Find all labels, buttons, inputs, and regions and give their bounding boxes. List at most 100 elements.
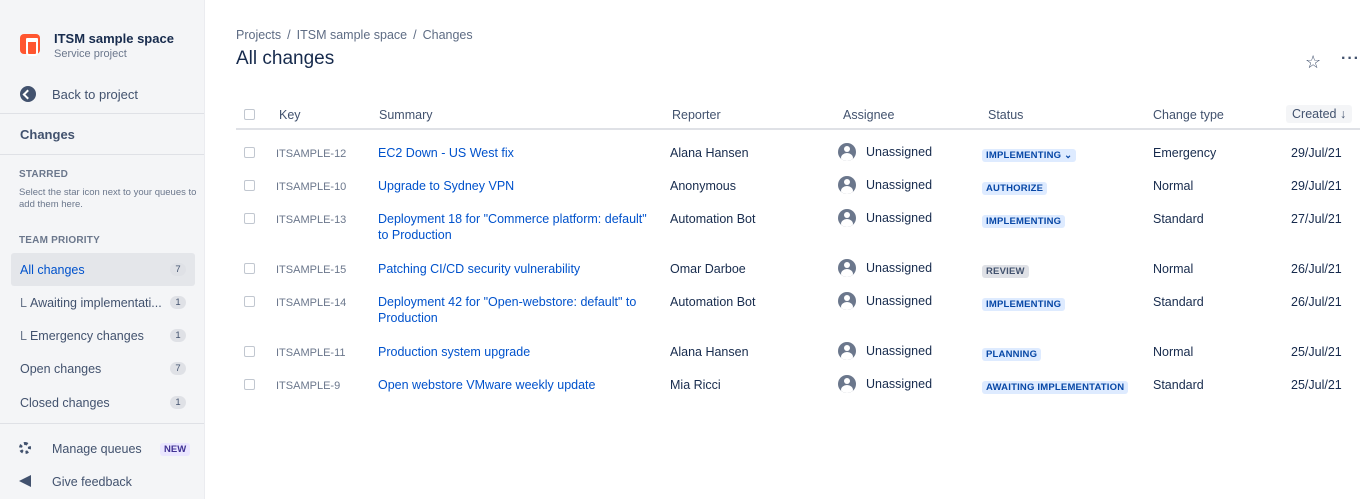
column-key[interactable]: Key	[279, 108, 301, 122]
issue-summary-link[interactable]: Production system upgrade	[378, 344, 658, 360]
issue-summary-link[interactable]: Patching CI/CD security vulnerability	[378, 261, 658, 277]
back-to-project-link[interactable]: Back to project	[20, 86, 138, 102]
issue-summary-link[interactable]: Deployment 42 for "Open-webstore: defaul…	[378, 294, 658, 326]
issue-summary-link[interactable]: Open webstore VMware weekly update	[378, 377, 658, 393]
status-lozenge[interactable]: IMPLEMENTING ⌄	[982, 149, 1077, 162]
status-cell[interactable]: REVIEW	[982, 262, 1029, 280]
status-cell[interactable]: IMPLEMENTING ⌄	[982, 146, 1077, 164]
assignee-name: Unassigned	[866, 344, 933, 358]
sub-queue-indicator-icon: L	[20, 328, 27, 343]
issue-summary-link[interactable]: EC2 Down - US West fix	[378, 145, 658, 161]
manage-queues-link[interactable]: Manage queues	[19, 442, 142, 456]
status-cell[interactable]: IMPLEMENTING	[982, 295, 1066, 313]
star-icon[interactable]: ☆	[1305, 52, 1321, 73]
created-date: 26/Jul/21	[1291, 295, 1342, 309]
status-cell[interactable]: PLANNING	[982, 345, 1042, 363]
column-status[interactable]: Status	[988, 108, 1023, 122]
issue-key[interactable]: ITSAMPLE-10	[276, 179, 346, 195]
status-lozenge[interactable]: AUTHORIZE	[982, 182, 1048, 195]
assignee-name: Unassigned	[866, 178, 933, 192]
assignee-cell[interactable]: Unassigned	[838, 292, 932, 310]
column-assignee[interactable]: Assignee	[843, 108, 894, 122]
row-checkbox[interactable]	[244, 213, 255, 224]
assignee-cell[interactable]: Unassigned	[838, 143, 932, 161]
change-type: Emergency	[1153, 146, 1217, 160]
status-lozenge[interactable]: PLANNING	[982, 348, 1042, 361]
row-checkbox[interactable]	[244, 147, 255, 158]
assignee-cell[interactable]: Unassigned	[838, 209, 932, 227]
breadcrumb-separator: /	[413, 28, 417, 42]
sidebar-queue-item[interactable]: Open changes 7	[11, 352, 195, 385]
give-feedback-link[interactable]: Give feedback	[19, 475, 132, 489]
status-lozenge[interactable]: IMPLEMENTING	[982, 298, 1066, 311]
divider	[0, 113, 204, 114]
assignee-cell[interactable]: Unassigned	[838, 342, 932, 360]
reporter-name: Anonymous	[670, 179, 737, 193]
created-date: 26/Jul/21	[1291, 262, 1342, 276]
status-lozenge[interactable]: IMPLEMENTING	[982, 215, 1066, 228]
queue-label-text: Emergency changes	[29, 328, 144, 343]
status-cell[interactable]: AUTHORIZE	[982, 179, 1048, 197]
column-created[interactable]: Created ↓	[1286, 105, 1353, 123]
back-to-project-label: Back to project	[52, 86, 138, 102]
starred-hint: Select the star icon next to your queues…	[19, 187, 197, 210]
avatar-icon	[838, 342, 856, 360]
status-lozenge[interactable]: AWAITING IMPLEMENTATION	[982, 381, 1129, 394]
issue-summary-link[interactable]: Deployment 18 for "Commerce platform: de…	[378, 211, 658, 243]
status-cell[interactable]: AWAITING IMPLEMENTATION	[982, 378, 1129, 396]
sidebar: ITSM sample space Service project Back t…	[0, 0, 205, 499]
queue-label: L Awaiting implementati...	[20, 296, 162, 310]
assignee-name: Unassigned	[866, 145, 933, 159]
select-all-checkbox[interactable]	[244, 109, 255, 120]
status-lozenge[interactable]: REVIEW	[982, 265, 1029, 278]
sidebar-queue-item[interactable]: L Emergency changes 1	[11, 319, 195, 352]
reporter-name: Mia Ricci	[670, 378, 721, 392]
status-cell[interactable]: IMPLEMENTING	[982, 212, 1066, 230]
change-type: Standard	[1153, 212, 1204, 226]
created-date: 25/Jul/21	[1291, 345, 1342, 359]
breadcrumb-project[interactable]: ITSM sample space	[297, 28, 407, 42]
created-date: 29/Jul/21	[1291, 146, 1342, 160]
breadcrumb-separator: /	[287, 28, 291, 42]
issue-summary-link[interactable]: Upgrade to Sydney VPN	[378, 178, 658, 194]
row-checkbox[interactable]	[244, 379, 255, 390]
change-type: Standard	[1153, 378, 1204, 392]
row-checkbox[interactable]	[244, 296, 255, 307]
divider	[0, 423, 204, 424]
issue-key[interactable]: ITSAMPLE-9	[276, 378, 340, 394]
row-checkbox[interactable]	[244, 263, 255, 274]
column-reporter[interactable]: Reporter	[672, 108, 721, 122]
queue-count-badge: 1	[170, 329, 186, 342]
assignee-cell[interactable]: Unassigned	[838, 375, 932, 393]
change-type: Normal	[1153, 179, 1194, 193]
new-badge: NEW	[160, 443, 191, 456]
reporter-name: Alana Hansen	[670, 345, 749, 359]
queue-label: Open changes	[20, 362, 101, 376]
more-actions-button[interactable]: ···	[1341, 50, 1360, 68]
row-checkbox[interactable]	[244, 180, 255, 191]
issue-key[interactable]: ITSAMPLE-11	[276, 345, 346, 361]
column-change-type[interactable]: Change type	[1153, 108, 1224, 122]
assignee-cell[interactable]: Unassigned	[838, 259, 932, 277]
table-header: Key Summary Reporter Assignee Status Cha…	[236, 100, 1360, 130]
sidebar-queue-item[interactable]: L Awaiting implementati... 1	[11, 286, 195, 319]
queue-count-badge: 1	[170, 296, 186, 309]
arrow-left-icon	[20, 86, 36, 102]
issue-key[interactable]: ITSAMPLE-15	[276, 262, 346, 278]
issue-key[interactable]: ITSAMPLE-12	[276, 146, 346, 162]
assignee-name: Unassigned	[866, 377, 933, 391]
breadcrumb-projects[interactable]: Projects	[236, 28, 281, 42]
assignee-cell[interactable]: Unassigned	[838, 176, 932, 194]
sidebar-queue-item[interactable]: All changes 7	[11, 253, 195, 286]
row-checkbox[interactable]	[244, 346, 255, 357]
avatar-icon	[838, 375, 856, 393]
megaphone-icon	[19, 475, 33, 489]
sidebar-queue-item[interactable]: Closed changes 1	[11, 386, 195, 419]
column-summary[interactable]: Summary	[379, 108, 432, 122]
issue-key[interactable]: ITSAMPLE-14	[276, 295, 346, 311]
breadcrumb-changes[interactable]: Changes	[423, 28, 473, 42]
project-header[interactable]: ITSM sample space Service project	[20, 31, 174, 61]
issue-key[interactable]: ITSAMPLE-13	[276, 212, 346, 228]
sidebar-section-title: Changes	[20, 127, 75, 142]
created-date: 25/Jul/21	[1291, 378, 1342, 392]
